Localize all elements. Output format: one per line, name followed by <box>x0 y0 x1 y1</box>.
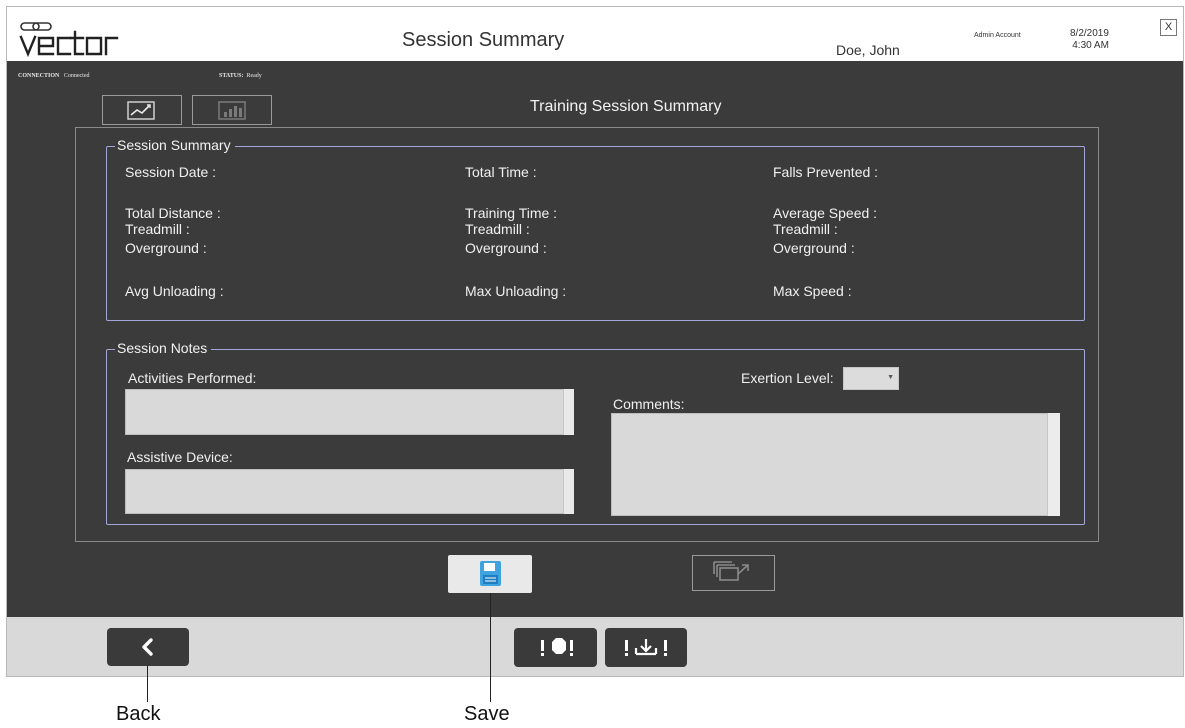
save-callout-label: Save <box>464 703 510 725</box>
distance-overground-label: Overground : <box>125 240 207 256</box>
activities-scrollbar[interactable] <box>563 389 574 435</box>
speed-overground-label: Overground : <box>773 240 855 256</box>
comments-scrollbar[interactable] <box>1047 413 1060 516</box>
emergency-stop-icon <box>541 638 573 656</box>
date-time: 8/2/2019 4:30 AM <box>1070 28 1109 52</box>
connection-label: CONNECTION <box>18 73 60 79</box>
session-notes-legend: Session Notes <box>115 340 212 356</box>
unload-icon <box>625 639 667 656</box>
assistive-device-label: Assistive Device: <box>127 449 233 465</box>
floppy-disk-icon <box>480 561 501 586</box>
connection-status: CONNECTION Connected <box>18 73 90 79</box>
close-button[interactable]: X <box>1160 19 1177 36</box>
comments-input[interactable] <box>611 413 1059 516</box>
exertion-level-label: Exertion Level: <box>741 370 834 386</box>
unload-button[interactable] <box>605 628 687 667</box>
status-label: STATUS: <box>219 73 244 79</box>
save-callout-line <box>490 593 491 702</box>
training-time-label: Training Time : <box>465 205 558 221</box>
page-title: Session Summary <box>402 29 565 51</box>
account-type: Admin Account <box>974 32 1021 39</box>
status-value: Ready <box>246 73 262 79</box>
total-time-label: Total Time : <box>465 164 537 180</box>
assistive-device-input[interactable] <box>125 469 573 514</box>
session-summary-group: Session Summary <box>106 137 1085 321</box>
line-chart-icon <box>127 101 155 120</box>
max-unloading-label: Max Unloading : <box>465 283 567 299</box>
chevron-down-icon: ▼ <box>887 374 894 381</box>
total-distance-label: Total Distance : <box>125 205 221 221</box>
save-button[interactable] <box>448 555 532 593</box>
bar-chart-icon <box>218 101 246 120</box>
vector-logo <box>19 21 149 61</box>
session-date-label: Session Date : <box>125 164 217 180</box>
emergency-stop-button[interactable] <box>514 628 597 667</box>
back-callout-line <box>147 666 148 702</box>
export-button[interactable] <box>692 555 775 591</box>
comments-label: Comments: <box>613 396 685 412</box>
distance-treadmill-label: Treadmill : <box>125 221 190 237</box>
activities-performed-label: Activities Performed: <box>128 370 257 386</box>
time-treadmill-label: Treadmill : <box>465 221 530 237</box>
user-name: Doe, John <box>836 42 900 58</box>
exertion-level-select[interactable]: ▼ <box>843 367 899 390</box>
back-callout-label: Back <box>116 703 161 725</box>
header-bar: Session Summary Doe, John Admin Account … <box>7 7 1183 61</box>
average-speed-label: Average Speed : <box>773 205 878 221</box>
connection-value: Connected <box>63 73 90 79</box>
time-overground-label: Overground : <box>465 240 547 256</box>
max-speed-label: Max Speed : <box>773 283 852 299</box>
time-text: 4:30 AM <box>1072 40 1109 51</box>
avg-unloading-label: Avg Unloading : <box>125 283 224 299</box>
activities-performed-input[interactable] <box>125 389 573 435</box>
chevron-left-icon <box>142 638 153 656</box>
assistive-scrollbar[interactable] <box>563 469 574 514</box>
session-summary-legend: Session Summary <box>115 137 235 153</box>
export-icon <box>713 561 749 581</box>
back-button[interactable] <box>107 628 189 666</box>
falls-prevented-label: Falls Prevented : <box>773 164 879 180</box>
bar-chart-view-button[interactable] <box>192 95 272 125</box>
system-status: STATUS: Ready <box>219 73 262 79</box>
date-text: 8/2/2019 <box>1070 28 1109 39</box>
section-title: Training Session Summary <box>530 98 722 115</box>
speed-treadmill-label: Treadmill : <box>773 221 838 237</box>
line-chart-view-button[interactable] <box>102 95 182 125</box>
